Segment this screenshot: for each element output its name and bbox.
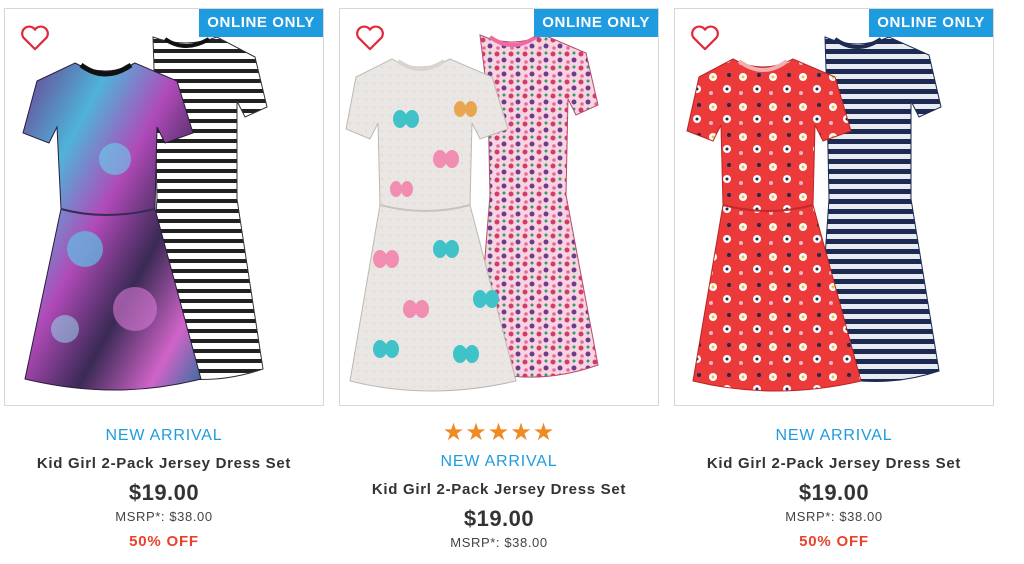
new-arrival-label: NEW ARRIVAL — [105, 427, 223, 444]
product-title[interactable]: Kid Girl 2-Pack Jersey Dress Set — [674, 454, 994, 474]
msrp-price: MSRP*: $38.00 — [115, 509, 213, 524]
product-price: $19.00 — [463, 506, 535, 531]
new-arrival-label: NEW ARRIVAL — [775, 427, 893, 444]
product-image[interactable]: ONLINE ONLY — [674, 8, 994, 406]
heart-icon[interactable] — [690, 25, 720, 51]
msrp-price: MSRP*: $38.00 — [785, 509, 883, 524]
msrp-price: MSRP*: $38.00 — [450, 535, 548, 550]
product-image[interactable]: ONLINE ONLY — [339, 8, 659, 406]
product-card[interactable]: ONLINE ONLY NEW ARRIVAL Kid Girl 2-Pack … — [4, 8, 324, 552]
product-title[interactable]: Kid Girl 2-Pack Jersey Dress Set — [4, 454, 324, 474]
online-only-badge: ONLINE ONLY — [199, 9, 323, 37]
heart-icon[interactable] — [355, 25, 385, 51]
online-only-badge: ONLINE ONLY — [534, 9, 658, 37]
product-card[interactable]: ONLINE ONLY ★★★★★ NEW ARRIVAL Kid Girl 2… — [339, 8, 659, 552]
discount-label: 50% OFF — [799, 533, 869, 550]
dress-image — [345, 34, 599, 392]
product-info: ★★★★★ NEW ARRIVAL Kid Girl 2-Pack Jersey… — [339, 420, 659, 552]
heart-icon[interactable] — [20, 25, 50, 51]
dress-image — [686, 36, 942, 392]
product-image[interactable]: ONLINE ONLY — [4, 8, 324, 406]
discount-label: 50% OFF — [129, 533, 199, 550]
online-only-badge: ONLINE ONLY — [869, 9, 993, 37]
product-title[interactable]: Kid Girl 2-Pack Jersey Dress Set — [339, 480, 659, 500]
product-info: NEW ARRIVAL Kid Girl 2-Pack Jersey Dress… — [4, 426, 324, 552]
dress-image — [22, 36, 268, 391]
new-arrival-label: NEW ARRIVAL — [440, 453, 558, 470]
product-card[interactable]: ONLINE ONLY NEW ARRIVAL Kid Girl 2-Pack … — [674, 8, 994, 552]
star-rating[interactable]: ★★★★★ — [339, 420, 659, 446]
product-price: $19.00 — [798, 480, 870, 505]
product-info: NEW ARRIVAL Kid Girl 2-Pack Jersey Dress… — [674, 426, 994, 552]
product-price: $19.00 — [128, 480, 200, 505]
